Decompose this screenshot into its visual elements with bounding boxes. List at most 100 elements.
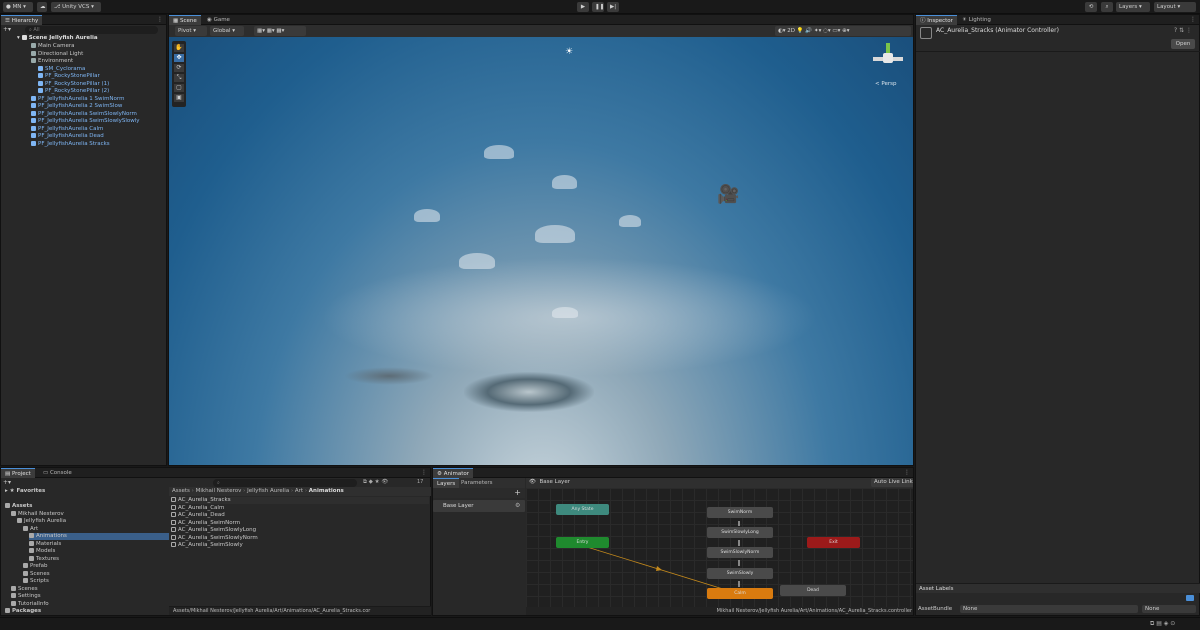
- jellyfish-5[interactable]: [535, 225, 575, 243]
- account-dropdown[interactable]: ● MN ▾: [3, 2, 33, 12]
- jellyfish-7[interactable]: [552, 307, 578, 318]
- folder-item[interactable]: TutorialInfo: [11, 600, 169, 608]
- folder-item[interactable]: Animations: [29, 533, 169, 540]
- favorites-item[interactable]: ▸ ★ Favorites: [5, 488, 45, 495]
- hierarchy-item[interactable]: SM_Cyclorama: [38, 65, 85, 73]
- file-item[interactable]: AC_Aurelia_SwimSlowly: [171, 542, 429, 549]
- swimslowlynorm-node[interactable]: SwimSlowlyNorm: [707, 547, 773, 558]
- sun-icon[interactable]: ☀: [564, 47, 574, 57]
- camera-icon[interactable]: 🎥: [717, 185, 745, 205]
- folder-item[interactable]: Art: [23, 525, 169, 533]
- pause-button[interactable]: ❚❚: [592, 2, 604, 12]
- hand-tool-icon[interactable]: ✋: [174, 44, 184, 52]
- dead-node[interactable]: Dead: [780, 585, 846, 596]
- tab-game[interactable]: ◉ Game: [203, 15, 234, 25]
- rect-tool-icon[interactable]: ▢: [174, 84, 184, 92]
- step-button[interactable]: ▶|: [607, 2, 619, 12]
- folder-item[interactable]: Assets: [5, 503, 169, 510]
- tab-inspector[interactable]: ⓘ Inspector: [916, 15, 957, 25]
- folder-item[interactable]: Jellyfish Aurelia: [17, 518, 169, 525]
- scene-root[interactable]: ▾ Scene Jellyfish Aurelia: [17, 35, 98, 42]
- folder-item[interactable]: Textures: [29, 555, 169, 563]
- label-tag-icon[interactable]: [1186, 595, 1194, 601]
- hierarchy-item[interactable]: PF_RockyStonePillar: [38, 73, 100, 80]
- folder-item[interactable]: Materials: [29, 540, 169, 548]
- breadcrumb-item[interactable]: Art: [295, 488, 303, 494]
- file-item[interactable]: AC_Aurelia_Dead: [171, 512, 429, 519]
- file-item[interactable]: AC_Aurelia_Calm: [171, 504, 429, 512]
- layers-dropdown[interactable]: Layers ▾: [1116, 2, 1150, 12]
- breadcrumb-item[interactable]: Mikhail Nesterov: [196, 488, 242, 494]
- swimslowlylong-node[interactable]: SwimSlowlyLong: [707, 527, 773, 538]
- hierarchy-item[interactable]: PF_JellyfishAurelia Calm: [31, 125, 103, 133]
- any-state-node[interactable]: Any State: [556, 504, 609, 515]
- base-layer-breadcrumb[interactable]: 👁 Base Layer: [529, 479, 570, 485]
- persp-label[interactable]: < Persp: [875, 81, 896, 87]
- jellyfish-2[interactable]: [552, 175, 577, 189]
- file-item[interactable]: AC_Aurelia_SwimSlowlyNorm: [171, 534, 429, 542]
- status-icons[interactable]: ⧉ ▤ ◈ ⊙: [1150, 620, 1175, 628]
- hierarchy-item[interactable]: PF_RockyStonePillar (1): [38, 80, 109, 88]
- hierarchy-item[interactable]: Environment: [31, 58, 73, 65]
- folder-item[interactable]: Packages: [5, 608, 169, 615]
- file-item[interactable]: AC_Aurelia_SwimSlowlyLong: [171, 527, 429, 534]
- cloud-icon[interactable]: ☁: [37, 2, 47, 12]
- folder-item[interactable]: Scenes: [11, 585, 169, 593]
- scene-viewport[interactable]: ☀ 🎥 < Persp ✋ ✥ ⟳ ⤡ ▢ ▣: [169, 37, 913, 465]
- menu-dots-icon[interactable]: ⋮: [157, 16, 163, 24]
- project-filter-icons[interactable]: ⧉ ◆ ★ 👁: [363, 479, 417, 486]
- vcs-dropdown[interactable]: ⎇ Unity VCS ▾: [51, 2, 101, 12]
- exit-node[interactable]: Exit: [807, 537, 860, 548]
- add-layer-icon[interactable]: +: [433, 488, 525, 498]
- tab-hierarchy[interactable]: ☰ Hierarchy: [1, 15, 43, 25]
- layout-dropdown[interactable]: Layout ▾: [1154, 2, 1196, 12]
- auto-live-link-button[interactable]: Auto Live Link: [871, 478, 913, 487]
- hierarchy-search-input[interactable]: ⌕ All: [25, 26, 158, 34]
- folder-item[interactable]: Models: [29, 548, 169, 555]
- project-search-input[interactable]: ⌕: [213, 479, 357, 487]
- breadcrumb-item[interactable]: Assets: [172, 488, 190, 494]
- scene-view-options[interactable]: ◐▾ 2D 💡 🔊 ✦▾ ◌▾ ▭▾ ⊕▾: [775, 26, 911, 36]
- file-item[interactable]: AC_Aurelia_SwimNorm: [171, 519, 429, 527]
- folder-item[interactable]: Settings: [11, 593, 169, 600]
- hierarchy-item[interactable]: Directional Light: [31, 50, 83, 58]
- hierarchy-item[interactable]: Main Camera: [31, 43, 74, 50]
- animator-menu-icon[interactable]: ⋮: [904, 469, 910, 477]
- inspector-menu-icon[interactable]: ⋮: [1190, 16, 1196, 24]
- tab-lighting[interactable]: ☀ Lighting: [958, 15, 995, 25]
- jellyfish-6[interactable]: [459, 253, 495, 269]
- jellyfish-4[interactable]: [619, 215, 641, 227]
- tab-console[interactable]: ▭ Console: [39, 468, 76, 478]
- jellyfish-3[interactable]: [414, 209, 440, 222]
- hierarchy-item[interactable]: PF_RockyStonePillar (2): [38, 88, 109, 95]
- hierarchy-item[interactable]: PF_JellyfishAurelia 1 SwimNorm: [31, 95, 124, 103]
- pivot-dropdown[interactable]: Pivot ▾: [175, 26, 207, 36]
- history-icon[interactable]: ⟲: [1085, 2, 1097, 12]
- layers-tab[interactable]: Layers: [433, 478, 460, 488]
- folder-item[interactable]: Prefab: [23, 563, 169, 570]
- jellyfish-1[interactable]: [484, 145, 514, 159]
- orientation-gizmo[interactable]: [873, 43, 903, 73]
- layer-settings-icon[interactable]: ⚙: [515, 502, 520, 509]
- search-icon[interactable]: ⌕: [1101, 2, 1113, 12]
- base-layer-row[interactable]: Base Layer ⚙: [433, 500, 525, 512]
- folder-item[interactable]: Scenes: [23, 570, 169, 578]
- project-add-icon[interactable]: +▾: [3, 479, 13, 487]
- calm-node[interactable]: Calm: [707, 588, 773, 599]
- scale-tool-icon[interactable]: ⤡: [174, 74, 184, 82]
- file-item[interactable]: AC_Aurelia_Stracks: [171, 497, 429, 504]
- asset-variant-dropdown[interactable]: None: [1142, 605, 1196, 613]
- global-dropdown[interactable]: Global ▾: [210, 26, 244, 36]
- hierarchy-item[interactable]: PF_JellyfishAurelia SwimSlowlySlowly: [31, 118, 140, 125]
- open-button[interactable]: Open: [1171, 39, 1195, 49]
- add-icon[interactable]: +▾: [3, 26, 13, 34]
- folder-item[interactable]: Scripts: [23, 578, 169, 585]
- hierarchy-item[interactable]: PF_JellyfishAurelia SwimSlowlyNorm: [31, 110, 137, 118]
- transform-tool-icon[interactable]: ▣: [174, 94, 184, 102]
- hierarchy-item[interactable]: PF_JellyfishAurelia Dead: [31, 133, 104, 140]
- asset-bundle-dropdown[interactable]: None: [960, 605, 1138, 613]
- move-tool-icon[interactable]: ✥: [174, 54, 184, 62]
- animator-graph[interactable]: Any State Entry Exit SwimNorm SwimSlowly…: [526, 488, 913, 607]
- hierarchy-item[interactable]: PF_JellyfishAurelia 2 SwimSlow: [31, 103, 122, 110]
- project-menu-icon[interactable]: ⋮: [421, 469, 427, 477]
